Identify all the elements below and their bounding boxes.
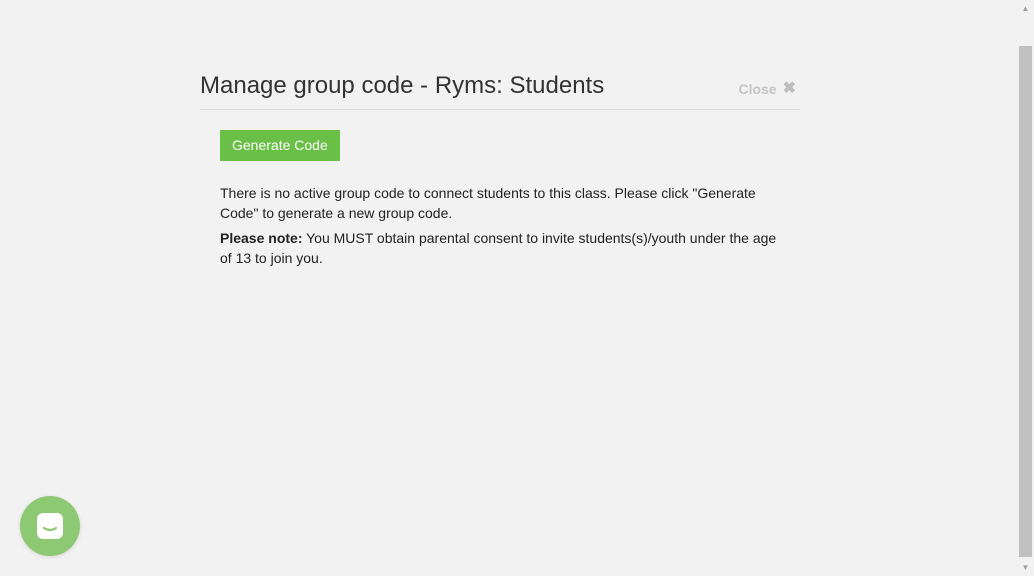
note-label: Please note: (220, 230, 303, 246)
note-text: You MUST obtain parental consent to invi… (220, 230, 777, 266)
close-button[interactable]: Close ✖ (738, 80, 796, 98)
scroll-up-arrow-icon[interactable]: ▲ (1017, 0, 1034, 17)
modal-title: Manage group code - Ryms: Students (200, 72, 605, 99)
no-active-code-message: There is no active group code to connect… (220, 185, 756, 221)
modal-body: Generate Code There is no active group c… (200, 110, 800, 268)
modal-header: Manage group code - Ryms: Students Close… (200, 70, 800, 110)
chat-launcher-button[interactable] (20, 496, 80, 556)
close-icon: ✖ (782, 80, 796, 97)
close-label: Close (738, 81, 777, 97)
scrollbar-thumb[interactable] (1019, 46, 1032, 557)
vertical-scrollbar[interactable]: ▲ ▼ (1017, 0, 1034, 576)
manage-group-code-modal: Manage group code - Ryms: Students Close… (200, 70, 800, 268)
page: Manage group code - Ryms: Students Close… (0, 0, 1034, 576)
generate-code-button[interactable]: Generate Code (220, 130, 340, 161)
scroll-down-arrow-icon[interactable]: ▼ (1017, 559, 1034, 576)
chat-bubble-icon (37, 513, 63, 539)
parental-consent-note: Please note: You MUST obtain parental co… (220, 228, 780, 268)
